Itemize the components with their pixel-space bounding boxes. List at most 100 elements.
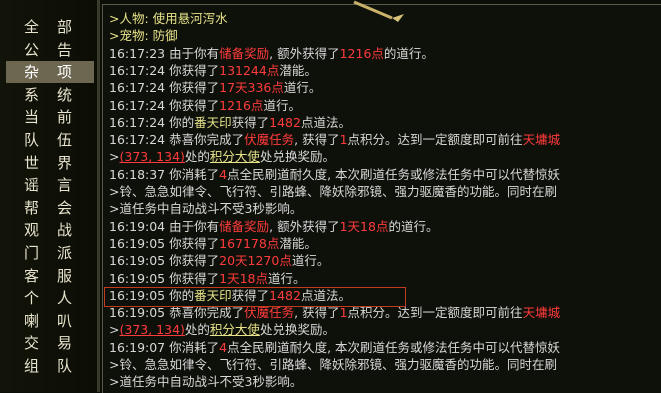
- chat-message-line: 16:17:24 你获得了17天336点道行。: [109, 79, 321, 97]
- chat-text-segment: >人物: 使用悬河泻水: [109, 11, 228, 26]
- chat-text-segment: 1: [339, 305, 348, 321]
- chat-message-line: >(373, 134)处的积分大使处兑换奖励。: [109, 321, 335, 339]
- chat-text-segment: 16:17:24 你的: [109, 114, 195, 130]
- channel-tab[interactable]: 客服: [6, 265, 94, 287]
- chat-message-line: 16:17:24 恭喜你完成了伏魔任务, 获得了1点积分。达到一定额度即可前往天…: [109, 131, 560, 149]
- chat-text-segment: 处的: [184, 149, 210, 165]
- chat-text-segment: 1天18点: [219, 270, 268, 286]
- chat-text-segment: 131244点: [219, 62, 280, 78]
- chat-text-segment: 16:17:23 由于你有: [109, 45, 220, 61]
- chat-text-segment: 道行。: [283, 80, 322, 96]
- chat-text-segment: 16:18:37 你消耗了: [109, 166, 220, 182]
- chat-text-segment: 番天印: [194, 114, 232, 130]
- chat-text-segment: >: [109, 322, 120, 338]
- chat-text-segment: 点全民刷道耐久度, 本次刷道任务或修法任务中可以代替惊妖: [227, 166, 561, 182]
- chat-message-line: 16:19:05 你获得了1天18点道行。: [109, 270, 306, 288]
- chat-text-segment: 潜能。: [279, 235, 317, 251]
- channel-tab[interactable]: 系统: [6, 84, 94, 106]
- channel-tab[interactable]: 公告: [6, 39, 94, 61]
- chat-message-line: 16:19:04 由于你有储备奖励, 额外获得了1天18点的道行。: [109, 218, 438, 236]
- chat-message-line: 16:17:24 你获得了131244点潜能。: [109, 62, 317, 80]
- chat-text-segment: >宠物: 防御: [109, 28, 178, 44]
- chat-text-segment: 的道行。: [383, 45, 434, 61]
- chat-text-segment: 1216点: [339, 45, 384, 61]
- chat-message-line: 16:19:05 你获得了20天1270点道行。: [109, 252, 329, 270]
- chat-text-segment: 潜能。: [279, 62, 317, 78]
- channel-tab[interactable]: 当前: [6, 106, 94, 128]
- chat-text-segment: 16:17:24 你获得了: [109, 80, 220, 96]
- channel-tab[interactable]: 队伍: [6, 129, 94, 151]
- chat-link[interactable]: 积分大使: [210, 149, 260, 164]
- chat-text-segment: 16:17:24 你获得了: [109, 62, 220, 78]
- chat-message-line: >铃、急急如律令、飞行符、引路蜂、降妖除邪镜、强力驱魔香的功能。同时在刷: [109, 356, 557, 374]
- chat-message-line: >人物: 使用悬河泻水: [109, 10, 228, 28]
- chat-text-segment: 16:19:05 你获得了: [109, 253, 220, 269]
- chat-message-line: 16:17:23 由于你有储备奖励, 额外获得了1216点的道行。: [109, 45, 434, 63]
- chat-text-segment: 16:17:24 你获得了: [109, 97, 220, 113]
- chat-text-segment: 16:19:05 恭喜你完成了: [109, 305, 245, 321]
- chat-text-segment: 16:19:04 由于你有: [109, 218, 220, 234]
- chat-text-segment: 点积分。达到一定额度即可前往: [347, 305, 523, 321]
- chat-text-segment: 储备奖励: [219, 218, 270, 234]
- chat-text-segment: 点道法。: [300, 114, 351, 130]
- chat-link[interactable]: 积分大使: [210, 322, 260, 337]
- chat-text-segment: 道行。: [267, 270, 306, 286]
- chat-text-segment: 天墉城: [522, 132, 561, 148]
- chat-text-segment: >铃、急急如律令、飞行符、引路蜂、降妖除邪镜、强力驱魔香的功能。同时在刷: [109, 184, 557, 199]
- chat-text-segment: 17天336点: [219, 80, 284, 96]
- chat-link[interactable]: (373, 134): [119, 322, 184, 337]
- chat-text-segment: 点积分。达到一定额度即可前往: [347, 132, 523, 148]
- sidebar-divider: [97, 0, 100, 392]
- chat-text-segment: >道任务中自动战斗不受3秒影响。: [109, 374, 303, 390]
- chat-log[interactable]: >人物: 使用悬河泻水 >宠物: 防御 16:17:23 由于你有储备奖励, 额外获…: [102, 4, 661, 393]
- channel-tab[interactable]: 门派: [6, 242, 94, 264]
- channel-tab[interactable]: 谣言: [6, 174, 94, 196]
- chat-message-line: 16:17:24 你获得了1216点道行。: [109, 97, 301, 115]
- chat-text-segment: 点全民刷道耐久度, 本次刷道任务或修法任务中可以代替惊妖: [227, 339, 561, 355]
- chat-message-line: >(373, 134)处的积分大使处兑换奖励。: [109, 148, 335, 166]
- chat-text-segment: 1天18点: [339, 218, 389, 234]
- channel-tab[interactable]: 全部: [6, 16, 94, 38]
- chat-text-segment: 1216点: [219, 97, 264, 113]
- chat-text-segment: 储备奖励: [219, 45, 270, 61]
- channel-tab[interactable]: 交易: [6, 332, 94, 354]
- chat-text-segment: 伏魔任务: [244, 305, 295, 321]
- pointer-arrow-icon: [353, 0, 404, 22]
- chat-text-segment: 1482: [269, 114, 301, 130]
- chat-text-segment: >: [109, 149, 120, 165]
- channel-tab[interactable]: 世界: [6, 152, 94, 174]
- channel-tab[interactable]: 帮会: [6, 197, 94, 219]
- chat-text-segment: >铃、急急如律令、飞行符、引路蜂、降妖除邪镜、强力驱魔香的功能。同时在刷: [109, 357, 557, 372]
- chat-text-segment: 20天1270点: [219, 253, 292, 269]
- chat-text-segment: 获得了: [231, 114, 270, 130]
- channel-tab[interactable]: 喇叭: [6, 310, 94, 332]
- highlighted-message-box: [104, 287, 406, 307]
- chat-message-line: 16:17:24 你的番天印获得了1482点道法。: [109, 114, 351, 132]
- channel-tab[interactable]: 观战: [6, 219, 94, 241]
- chat-text-segment: , 获得了: [294, 305, 340, 321]
- chat-message-line: >宠物: 防御: [109, 27, 178, 45]
- chat-text-segment: 4: [219, 339, 228, 355]
- chat-text-segment: 167178点: [219, 235, 280, 251]
- chat-text-segment: 的道行。: [388, 218, 439, 234]
- chat-text-segment: , 额外获得了: [269, 218, 340, 234]
- chat-text-segment: 道行。: [263, 97, 301, 113]
- chat-text-segment: >道任务中自动战斗不受3秒影响。: [109, 201, 303, 217]
- chat-text-segment: 处兑换奖励。: [259, 322, 335, 338]
- chat-text-segment: 16:19:05 你获得了: [109, 235, 220, 251]
- chat-message-line: 16:19:07 你消耗了4点全民刷道耐久度, 本次刷道任务或修法任务中可以代替…: [109, 339, 560, 357]
- chat-message-line: 16:18:37 你消耗了4点全民刷道耐久度, 本次刷道任务或修法任务中可以代替…: [109, 166, 560, 184]
- chat-message-line: >道任务中自动战斗不受3秒影响。: [109, 373, 302, 391]
- chat-message-line: >铃、急急如律令、飞行符、引路蜂、降妖除邪镜、强力驱魔香的功能。同时在刷: [109, 183, 557, 201]
- chat-text-segment: 1: [339, 132, 348, 148]
- chat-text-segment: 16:19:05 你获得了: [109, 270, 220, 286]
- chat-message-line: 16:19:05 你获得了167178点潜能。: [109, 235, 317, 253]
- chat-text-segment: 处兑换奖励。: [259, 149, 335, 165]
- channel-tab[interactable]: 组队: [6, 355, 94, 377]
- chat-message-line: >道任务中自动战斗不受3秒影响。: [109, 200, 302, 218]
- channel-tab[interactable]: 杂项: [6, 61, 94, 84]
- chat-link[interactable]: (373, 134): [119, 149, 184, 164]
- chat-text-segment: 16:19:07 你消耗了: [109, 339, 220, 355]
- channel-tab[interactable]: 个人: [6, 287, 94, 309]
- chat-text-segment: , 额外获得了: [269, 45, 340, 61]
